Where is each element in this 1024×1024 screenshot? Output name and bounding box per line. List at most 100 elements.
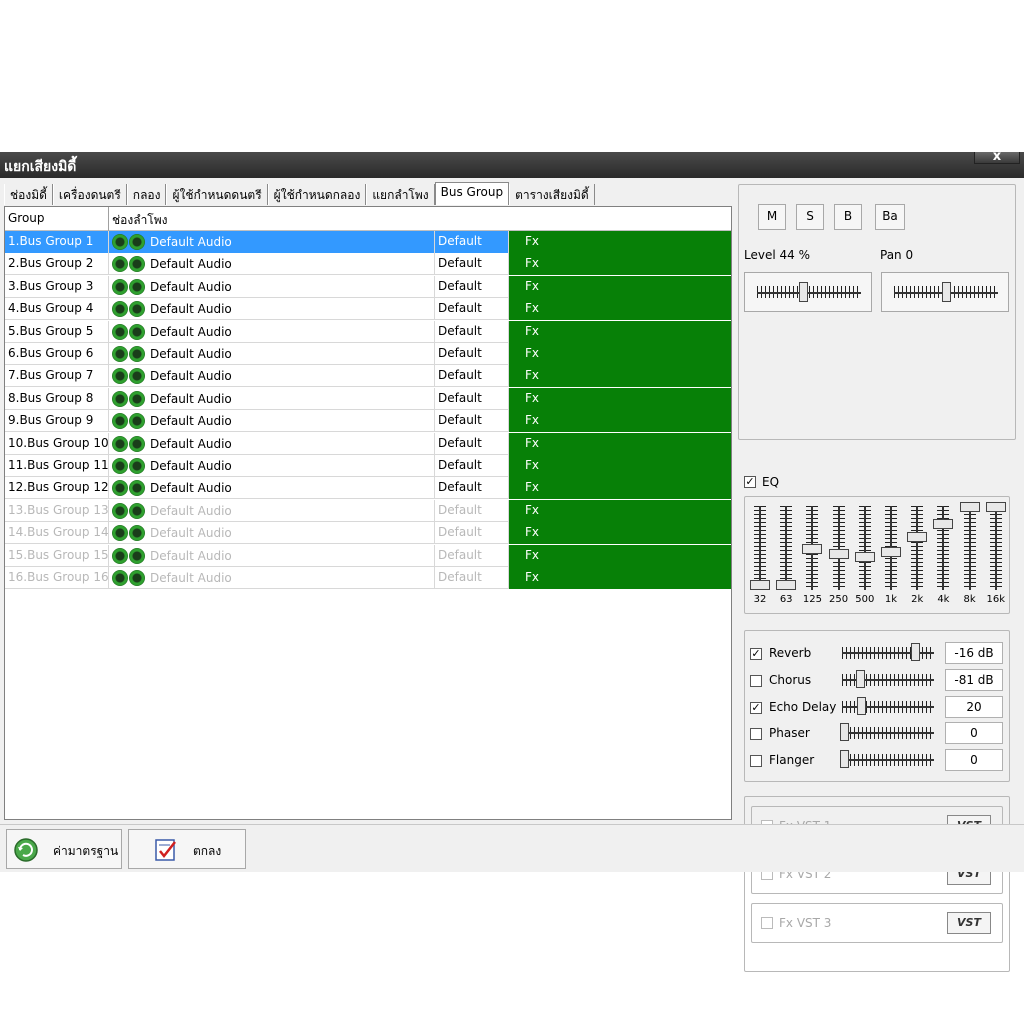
- fx-cell[interactable]: Fx: [509, 567, 731, 589]
- table-row[interactable]: 4.Bus Group 4 Default Audio Default Fx: [5, 298, 731, 321]
- solo-button[interactable]: S: [796, 204, 824, 230]
- effect-checkbox[interactable]: ✓: [750, 648, 762, 660]
- device-cell[interactable]: Default: [435, 231, 509, 253]
- effect-value[interactable]: -16 dB: [945, 642, 1003, 664]
- effect-slider-thumb[interactable]: [840, 723, 849, 742]
- ok-button[interactable]: ตกลง: [128, 829, 246, 869]
- fx-cell[interactable]: Fx: [509, 387, 731, 410]
- fx-cell[interactable]: Fx: [509, 320, 731, 343]
- eq-slider-thumb[interactable]: [959, 502, 980, 512]
- tab-instrument[interactable]: เครื่องดนตรี: [52, 184, 127, 205]
- table-row[interactable]: 12.Bus Group 12 Default Audio Default Fx: [5, 477, 731, 500]
- table-row[interactable]: 13.Bus Group 13 Default Audio Default Fx: [5, 499, 731, 522]
- tab-midi-channel[interactable]: ช่องมิดี้: [4, 184, 53, 205]
- speaker-cell[interactable]: Default Audio: [109, 275, 435, 298]
- close-button[interactable]: x: [974, 150, 1020, 164]
- effect-checkbox[interactable]: [750, 674, 762, 687]
- effect-slider[interactable]: [840, 669, 936, 691]
- group-cell[interactable]: 9.Bus Group 9: [5, 410, 109, 433]
- effect-checkbox[interactable]: [750, 755, 762, 768]
- device-cell[interactable]: Default: [435, 365, 509, 388]
- group-cell[interactable]: 12.Bus Group 12: [5, 477, 109, 500]
- group-cell[interactable]: 7.Bus Group 7: [5, 365, 109, 388]
- ba-button[interactable]: Ba: [875, 204, 905, 230]
- table-row[interactable]: 10.Bus Group 10 Default Audio Default Fx: [5, 432, 731, 455]
- eq-slider-thumb[interactable]: [881, 547, 901, 558]
- effect-slider[interactable]: [840, 722, 936, 744]
- speaker-cell[interactable]: Default Audio: [109, 365, 435, 388]
- group-cell[interactable]: 6.Bus Group 6: [5, 343, 109, 365]
- group-cell[interactable]: 16.Bus Group 16: [5, 567, 109, 589]
- speaker-cell[interactable]: Default Audio: [109, 410, 435, 433]
- speaker-cell[interactable]: Default Audio: [109, 432, 435, 455]
- column-header-group[interactable]: Group: [5, 207, 109, 231]
- tab-bus-group[interactable]: Bus Group: [434, 182, 510, 205]
- group-cell[interactable]: 13.Bus Group 13: [5, 499, 109, 522]
- fx-cell[interactable]: Fx: [509, 455, 731, 477]
- eq-slider-thumb[interactable]: [776, 580, 797, 590]
- table-row[interactable]: 7.Bus Group 7 Default Audio Default Fx: [5, 365, 731, 388]
- effect-checkbox[interactable]: [750, 728, 762, 741]
- eq-checkbox[interactable]: ✓: [744, 476, 756, 488]
- vst-checkbox[interactable]: [761, 916, 773, 929]
- speaker-cell[interactable]: Default Audio: [109, 477, 435, 500]
- fx-cell[interactable]: Fx: [509, 298, 731, 321]
- fx-cell[interactable]: Fx: [509, 477, 731, 500]
- effect-checkbox[interactable]: ✓: [750, 701, 762, 714]
- effect-slider[interactable]: [840, 642, 936, 664]
- tab-speaker-split[interactable]: แยกลำโพง: [366, 184, 435, 205]
- speaker-cell[interactable]: Default Audio: [109, 253, 435, 276]
- fx-cell[interactable]: Fx: [509, 343, 731, 365]
- fx-cell[interactable]: Fx: [509, 499, 731, 522]
- device-cell[interactable]: Default: [435, 567, 509, 589]
- default-button[interactable]: ค่ามาตรฐาน: [6, 829, 122, 869]
- table-row[interactable]: 11.Bus Group 11 Default Audio Default Fx: [5, 455, 731, 477]
- eq-slider-thumb[interactable]: [907, 531, 928, 542]
- table-row[interactable]: 6.Bus Group 6 Default Audio Default Fx: [5, 343, 731, 365]
- eq-slider-thumb[interactable]: [985, 502, 1006, 512]
- effect-value[interactable]: 20: [945, 695, 1003, 718]
- device-cell[interactable]: Default: [435, 477, 509, 500]
- group-cell[interactable]: 14.Bus Group 14: [5, 522, 109, 545]
- effect-slider[interactable]: [840, 749, 936, 771]
- effect-value[interactable]: 0: [945, 749, 1003, 772]
- table-row[interactable]: 2.Bus Group 2 Default Audio Default Fx: [5, 253, 731, 276]
- tab-user-instrument[interactable]: ผู้ใช้กำหนดดนตรี: [166, 184, 268, 205]
- group-cell[interactable]: 4.Bus Group 4: [5, 298, 109, 321]
- device-cell[interactable]: Default: [435, 410, 509, 433]
- fx-cell[interactable]: Fx: [509, 432, 731, 455]
- fx-cell[interactable]: Fx: [509, 365, 731, 388]
- fx-cell[interactable]: Fx: [509, 522, 731, 545]
- device-cell[interactable]: Default: [435, 343, 509, 365]
- fx-cell[interactable]: Fx: [509, 253, 731, 276]
- table-row[interactable]: 8.Bus Group 8 Default Audio Default Fx: [5, 387, 731, 410]
- device-cell[interactable]: Default: [435, 320, 509, 343]
- table-row[interactable]: 5.Bus Group 5 Default Audio Default Fx: [5, 320, 731, 343]
- table-row[interactable]: 15.Bus Group 15 Default Audio Default Fx: [5, 544, 731, 567]
- vst-button[interactable]: VST: [947, 911, 991, 934]
- tab-drum[interactable]: กลอง: [126, 184, 167, 205]
- speaker-cell[interactable]: Default Audio: [109, 522, 435, 545]
- group-cell[interactable]: 5.Bus Group 5: [5, 320, 109, 343]
- effect-value[interactable]: -81 dB: [945, 668, 1003, 691]
- speaker-cell[interactable]: Default Audio: [109, 343, 435, 365]
- speaker-cell[interactable]: Default Audio: [109, 231, 435, 253]
- effect-slider-thumb[interactable]: [856, 696, 866, 715]
- column-header-speaker[interactable]: ช่องลำโพง: [109, 207, 731, 231]
- table-row[interactable]: 14.Bus Group 14 Default Audio Default Fx: [5, 522, 731, 545]
- eq-slider-thumb[interactable]: [933, 519, 954, 530]
- device-cell[interactable]: Default: [435, 275, 509, 298]
- eq-slider-thumb[interactable]: [828, 548, 849, 559]
- group-cell[interactable]: 1.Bus Group 1: [5, 231, 109, 253]
- group-cell[interactable]: 2.Bus Group 2: [5, 253, 109, 276]
- device-cell[interactable]: Default: [435, 544, 509, 567]
- b-button[interactable]: B: [834, 204, 862, 230]
- tab-user-drum[interactable]: ผู้ใช้กำหนดกลอง: [267, 184, 367, 205]
- fx-cell[interactable]: Fx: [509, 275, 731, 298]
- fx-cell[interactable]: Fx: [509, 231, 731, 253]
- eq-slider-thumb[interactable]: [802, 544, 823, 555]
- effect-slider-thumb[interactable]: [855, 669, 865, 688]
- speaker-cell[interactable]: Default Audio: [109, 387, 435, 410]
- speaker-cell[interactable]: Default Audio: [109, 544, 435, 567]
- effect-slider-thumb[interactable]: [840, 750, 849, 769]
